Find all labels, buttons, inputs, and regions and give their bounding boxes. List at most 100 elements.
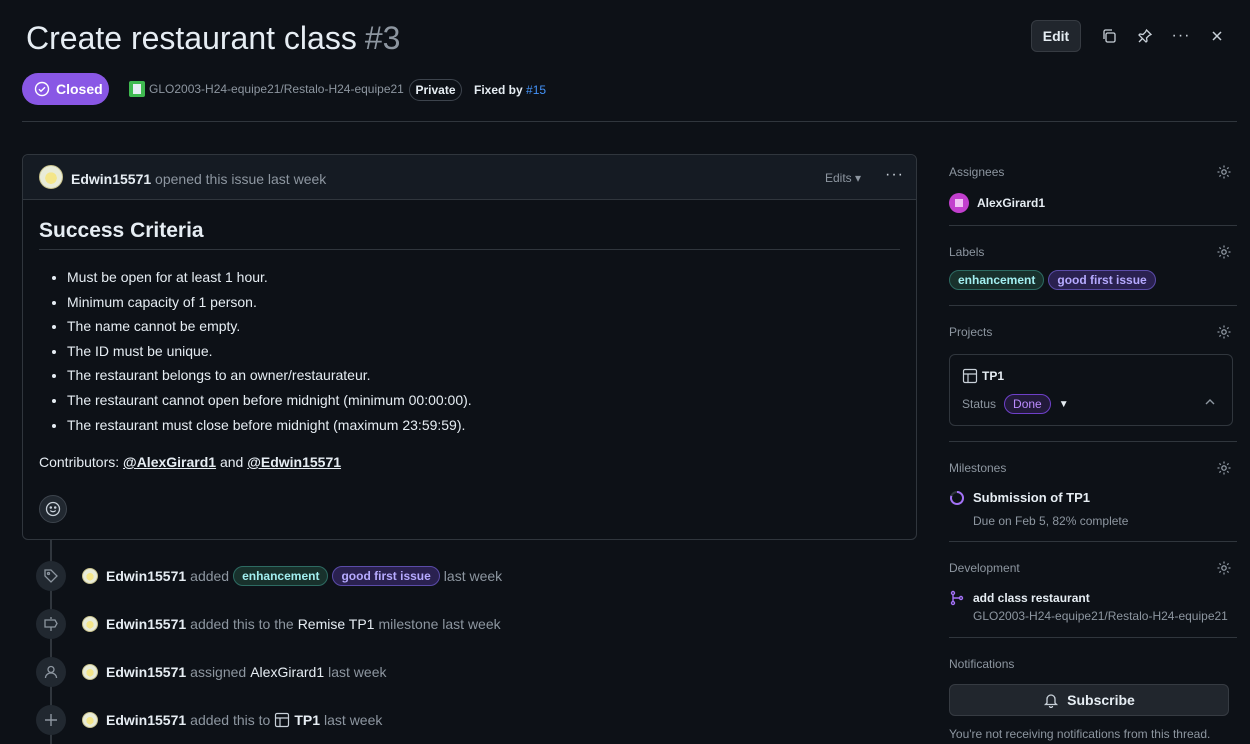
criteria-item: The ID must be unique. [67, 341, 472, 366]
copy-icon[interactable] [1097, 24, 1121, 48]
event-target[interactable]: Remise TP1 [298, 616, 375, 632]
criteria-item: Minimum capacity of 1 person. [67, 292, 472, 317]
more-options-icon[interactable]: ··· [1169, 24, 1193, 48]
criteria-list: Must be open for at least 1 hour.Minimum… [67, 267, 472, 439]
divider [949, 305, 1237, 306]
event-time: last week [443, 568, 503, 584]
comment-header: Edwin15571 opened this issue last week E… [23, 155, 916, 200]
labels-heading: Labels [949, 245, 985, 259]
label-enhancement[interactable]: enhancement [949, 270, 1045, 290]
assignee-name: AlexGirard1 [977, 196, 1046, 210]
contributors-label: Contributors: [39, 454, 120, 470]
avatar[interactable] [82, 664, 98, 680]
divider [949, 541, 1237, 542]
caret-down-icon[interactable]: ▼ [1059, 399, 1069, 410]
event-post: last week [324, 712, 383, 728]
pin-icon[interactable] [1133, 24, 1157, 48]
tag-icon [36, 561, 66, 591]
add-reaction-button[interactable] [39, 495, 67, 523]
avatar[interactable] [82, 568, 98, 584]
bell-icon [1044, 694, 1059, 708]
assignee[interactable]: AlexGirard1 [949, 193, 1045, 213]
dev-repo: GLO2003-H24-equipe21/Restalo-H24-equipe2… [973, 609, 1228, 623]
gear-icon[interactable] [1216, 244, 1232, 260]
issue-body-comment: Edwin15571 opened this issue last week E… [22, 154, 917, 540]
criteria-item: Must be open for at least 1 hour. [67, 267, 472, 292]
check-circle-icon [34, 81, 50, 97]
repo-link[interactable]: GLO2003-H24-equipe21/Restalo-H24-equipe2… [129, 81, 404, 97]
issue-title: Create restaurant class #3 [26, 20, 400, 57]
comment-options-icon[interactable]: ··· [885, 166, 904, 184]
timeline-event: Edwin15571 assigned AlexGirard1 last wee… [36, 656, 390, 688]
assignees-heading: Assignees [949, 165, 1005, 179]
edit-button[interactable]: Edit [1031, 20, 1081, 52]
divider [949, 225, 1237, 226]
fixed-by-link[interactable]: #15 [526, 83, 546, 97]
development-heading: Development [949, 561, 1020, 575]
contributor-link[interactable]: @Edwin15571 [247, 454, 341, 470]
milestone-due: Due on Feb 5, 82% complete [973, 514, 1129, 528]
event-post: milestone last week [378, 616, 501, 632]
fixed-by-label: Fixed by [474, 83, 523, 97]
milestone-name[interactable]: Submission of TP1 [973, 490, 1090, 505]
gear-icon[interactable] [1216, 164, 1232, 180]
timeline-event: Edwin15571 added this to TP1 last week [36, 704, 386, 736]
heading-divider [39, 249, 900, 250]
status-pill[interactable]: Done [1004, 394, 1051, 414]
fixed-by: Fixed by #15 [474, 83, 546, 97]
contributors: Contributors: @AlexGirard1 and @Edwin155… [39, 454, 341, 470]
contributor-link[interactable]: @AlexGirard1 [123, 454, 216, 470]
avatar[interactable] [82, 616, 98, 632]
header-divider [22, 121, 1237, 122]
close-icon[interactable] [1205, 24, 1229, 48]
event-pre: added this to [190, 712, 271, 728]
gear-icon[interactable] [1216, 460, 1232, 476]
criteria-item: The name cannot be empty. [67, 316, 472, 341]
event-verb: added [190, 568, 230, 584]
project-status-row: Status Done ▼ [962, 394, 1069, 414]
label-enhancement[interactable]: enhancement [233, 566, 329, 586]
project-name: TP1 [982, 369, 1005, 383]
divider [949, 441, 1237, 442]
comment-action: opened this issue last week [155, 171, 327, 187]
notifications-heading: Notifications [949, 657, 1015, 671]
gear-icon[interactable] [1216, 560, 1232, 576]
event-post: last week [328, 664, 387, 680]
criteria-item: The restaurant cannot open before midnig… [67, 390, 472, 415]
event-author[interactable]: Edwin15571 [106, 712, 186, 728]
dev-branch[interactable]: add class restaurant [973, 591, 1090, 605]
plus-icon [36, 705, 66, 735]
progress-ring-icon [949, 490, 965, 509]
divider [949, 637, 1237, 638]
avatar[interactable] [39, 165, 63, 189]
avatar[interactable] [82, 712, 98, 728]
person-icon [36, 657, 66, 687]
repo-icon [129, 81, 145, 97]
issue-number: #3 [364, 20, 401, 56]
project-card: TP1 Status Done ▼ [949, 354, 1233, 426]
chevron-up-icon[interactable] [1204, 396, 1216, 411]
edits-dropdown[interactable]: Edits ▾ [825, 171, 861, 185]
comment-heading: Success Criteria [39, 219, 204, 242]
branch-icon [949, 590, 965, 609]
labels-list: enhancement good first issue [949, 270, 1160, 290]
milestone-icon [36, 609, 66, 639]
table-icon [962, 368, 978, 384]
comment-author[interactable]: Edwin15571 [71, 171, 151, 187]
edits-label: Edits [825, 171, 852, 185]
project-title[interactable]: TP1 [962, 368, 1004, 384]
event-target[interactable]: AlexGirard1 [250, 664, 324, 680]
event-author[interactable]: Edwin15571 [106, 664, 186, 680]
gear-icon[interactable] [1216, 324, 1232, 340]
subscribe-button[interactable]: Subscribe [949, 684, 1229, 716]
event-target[interactable]: TP1 [294, 712, 320, 728]
criteria-item: The restaurant belongs to an owner/resta… [67, 365, 472, 390]
event-author[interactable]: Edwin15571 [106, 568, 186, 584]
avatar [949, 193, 969, 213]
status-text: Closed [56, 81, 103, 97]
label-good-first-issue[interactable]: good first issue [1048, 270, 1156, 290]
timeline-event: Edwin15571 added this to the Remise TP1 … [36, 608, 505, 640]
event-author[interactable]: Edwin15571 [106, 616, 186, 632]
label-good-first-issue[interactable]: good first issue [332, 566, 440, 586]
smiley-icon [45, 501, 61, 517]
